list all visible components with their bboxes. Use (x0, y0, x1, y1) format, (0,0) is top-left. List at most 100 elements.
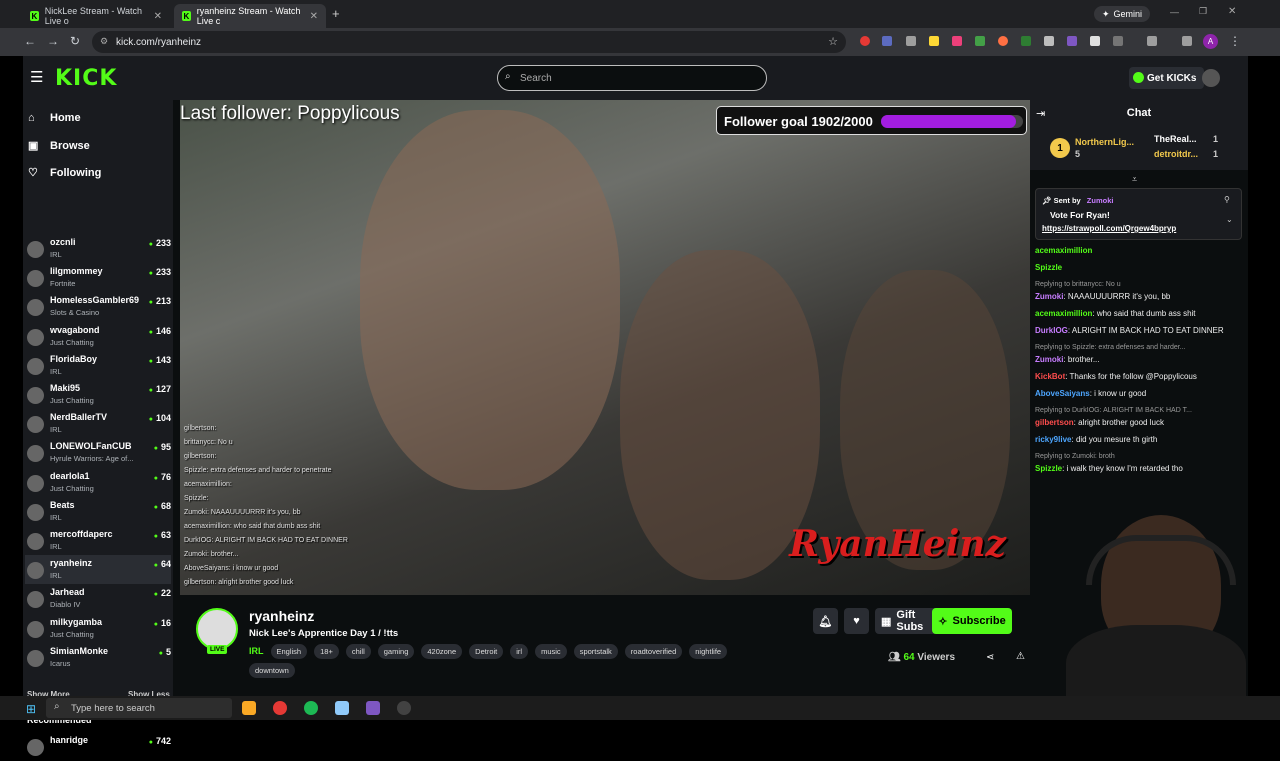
streamer-name[interactable]: ryanheinz (249, 608, 314, 624)
maximize-icon[interactable]: ❐ (1199, 6, 1207, 17)
unpin-icon[interactable]: ⚲ (1224, 195, 1230, 204)
stream-tag[interactable]: irl (510, 643, 529, 659)
share-icon[interactable]: ⋖ (986, 652, 994, 663)
chat-username[interactable]: acemaximillion (1035, 309, 1092, 318)
windows-start-icon[interactable]: ⊞ (26, 702, 36, 716)
sidebar-channel-item[interactable]: lilgmommey Fortnite 233 (25, 263, 171, 292)
extension-icon[interactable] (906, 36, 916, 46)
spotify-icon[interactable] (304, 701, 318, 715)
chat-username[interactable]: KickBot (1035, 372, 1065, 381)
follow-button[interactable]: ♥ (844, 608, 869, 634)
reload-icon[interactable]: ↻ (70, 34, 80, 48)
chat-username[interactable]: Zumoki (1035, 355, 1063, 364)
stream-tag[interactable]: downtown (249, 663, 295, 678)
search-input[interactable]: ⌕ Search (497, 65, 767, 91)
kick-logo[interactable]: KICK (55, 66, 117, 91)
sidebar-item-home[interactable]: ⌂ Home (28, 112, 81, 124)
extension-icon[interactable] (998, 36, 1008, 46)
bookmark-star-icon[interactable]: ☆ (828, 35, 838, 48)
extension-icon[interactable] (1021, 36, 1031, 46)
sidebar-channel-item[interactable]: milkygamba Just Chatting 16 (25, 614, 171, 643)
extensions-puzzle-icon[interactable] (1113, 36, 1123, 46)
stream-tag[interactable]: 420zone (421, 643, 463, 659)
gifter-name[interactable]: detroitdr... (1154, 149, 1198, 159)
recommended-channel[interactable]: hanridge 742 (25, 732, 171, 761)
extension-icon[interactable] (929, 36, 939, 46)
chat-username[interactable]: ricky9live (1035, 435, 1071, 444)
sidebar-channel-item[interactable]: Jarhead Diablo IV 22 (25, 584, 171, 613)
stream-tag[interactable]: nightlife (689, 643, 728, 659)
close-tab-icon[interactable]: ✕ (154, 11, 162, 22)
forward-arrow-icon[interactable]: → (47, 34, 59, 48)
close-tab-icon[interactable]: ✕ (310, 11, 318, 22)
stream-tag[interactable]: sportstalk (573, 643, 618, 659)
pinned-link[interactable]: https://strawpoll.com/Qrgew4bpryp (1042, 224, 1176, 233)
stream-tag[interactable]: Detroit (469, 643, 504, 659)
address-bar[interactable]: ⚙ kick.com/ryanheinz ☆ (92, 31, 846, 53)
file-explorer-icon[interactable] (242, 701, 256, 715)
taskbar-search-input[interactable]: ⌕ Type here to search (46, 698, 232, 718)
stream-tag[interactable]: 18+ (314, 643, 339, 659)
profile-avatar[interactable]: A (1203, 34, 1218, 49)
sidebar-channel-item[interactable]: ryanheinz IRL 64 (25, 555, 171, 585)
report-warning-icon[interactable]: ⚠ (1016, 651, 1025, 662)
browser-tab-ryanheinz[interactable]: K ryanheinz Stream - Watch Live c ✕ (174, 4, 326, 28)
sidebar-item-browse[interactable]: ▣ Browse (28, 139, 90, 153)
extension-icon[interactable] (1067, 36, 1077, 46)
chevron-down-icon[interactable]: ⌄ (1226, 215, 1233, 224)
notification-bell-button[interactable]: 🔔︎ (813, 608, 838, 634)
sidebar-channel-item[interactable]: ozcnli IRL 233 (25, 234, 171, 263)
sidebar-channel-item[interactable]: FloridaBoy IRL 143 (25, 351, 171, 380)
sidebar-channel-item[interactable]: dearlola1 Just Chatting 76 (25, 468, 171, 497)
back-arrow-icon[interactable]: ← (24, 34, 36, 48)
stream-tag[interactable]: chill (345, 643, 371, 659)
kebab-menu-icon[interactable]: ⋮ (1229, 34, 1241, 48)
new-tab-button[interactable]: + (332, 6, 340, 21)
sidebar-channel-item[interactable]: wvagabond Just Chatting 146 (25, 322, 171, 351)
user-avatar[interactable] (1202, 69, 1220, 87)
sidebar-channel-item[interactable]: SimianMonke Icarus 5 (25, 643, 171, 672)
subscribe-button[interactable]: ✧ Subscribe (932, 608, 1012, 634)
cast-icon[interactable] (1147, 36, 1157, 46)
sidebar-channel-item[interactable]: HomelessGambler69 Slots & Casino 213 (25, 292, 171, 321)
stream-tag[interactable]: music (535, 643, 567, 659)
extension-icon[interactable] (1044, 36, 1054, 46)
sidebar-item-following[interactable]: ♡ Following (28, 166, 101, 180)
stream-tag[interactable]: English (270, 643, 308, 659)
extension-icon[interactable] (1090, 36, 1100, 46)
minimize-icon[interactable]: — (1170, 7, 1179, 17)
streamer-avatar[interactable] (196, 608, 238, 650)
chat-username[interactable]: Spizzle (1035, 464, 1062, 473)
stream-tag[interactable]: gaming (377, 643, 415, 659)
close-window-icon[interactable]: ✕ (1228, 6, 1236, 17)
gemini-button[interactable]: ✦ Gemini (1094, 6, 1151, 22)
chat-username[interactable]: AboveSaiyans (1035, 389, 1090, 398)
gifter-name[interactable]: TheReal... (1154, 134, 1197, 144)
sidebar-channel-item[interactable]: NerdBallerTV IRL 104 (25, 409, 171, 438)
expand-chevron-icon[interactable]: ⩡ (1132, 174, 1137, 185)
extension-icon[interactable] (952, 36, 962, 46)
obs-icon[interactable] (397, 701, 411, 715)
sidebar-channel-item[interactable]: Maki95 Just Chatting 127 (25, 380, 171, 409)
category-link[interactable]: IRL (249, 643, 264, 659)
sidebar-channel-item[interactable]: mercoffdaperc IRL 63 (25, 526, 171, 555)
chat-username[interactable]: Spizzle (1035, 263, 1062, 272)
chat-username[interactable]: Zumoki (1035, 292, 1063, 301)
video-player[interactable]: Last follower: Poppylicous Follower goal… (180, 100, 1030, 595)
extension-icon[interactable] (975, 36, 985, 46)
gifter-name[interactable]: NorthernLig... (1075, 137, 1134, 147)
sidebar-channel-item[interactable]: Beats IRL 68 (25, 497, 171, 526)
browser-tab-nicklee[interactable]: K NickLee Stream - Watch Live o ✕ (22, 4, 170, 28)
chat-username[interactable]: DurkIOG (1035, 326, 1068, 335)
chat-username[interactable]: gilbertson (1035, 418, 1074, 427)
site-info-icon[interactable]: ⚙ (100, 36, 108, 47)
reading-list-icon[interactable] (1182, 36, 1192, 46)
hamburger-menu-icon[interactable]: ☰ (30, 68, 43, 86)
chat-username[interactable]: acemaximillion (1035, 246, 1092, 255)
pinned-sender[interactable]: Zumoki (1087, 196, 1114, 205)
chrome-icon[interactable] (273, 701, 287, 715)
extension-icon[interactable] (882, 36, 892, 46)
stream-tag[interactable]: roadtoverified (624, 643, 683, 659)
app-icon[interactable] (335, 701, 349, 715)
sidebar-channel-item[interactable]: LONEWOLFanCUB Hyrule Warriors: Age of... 9… (25, 438, 171, 467)
